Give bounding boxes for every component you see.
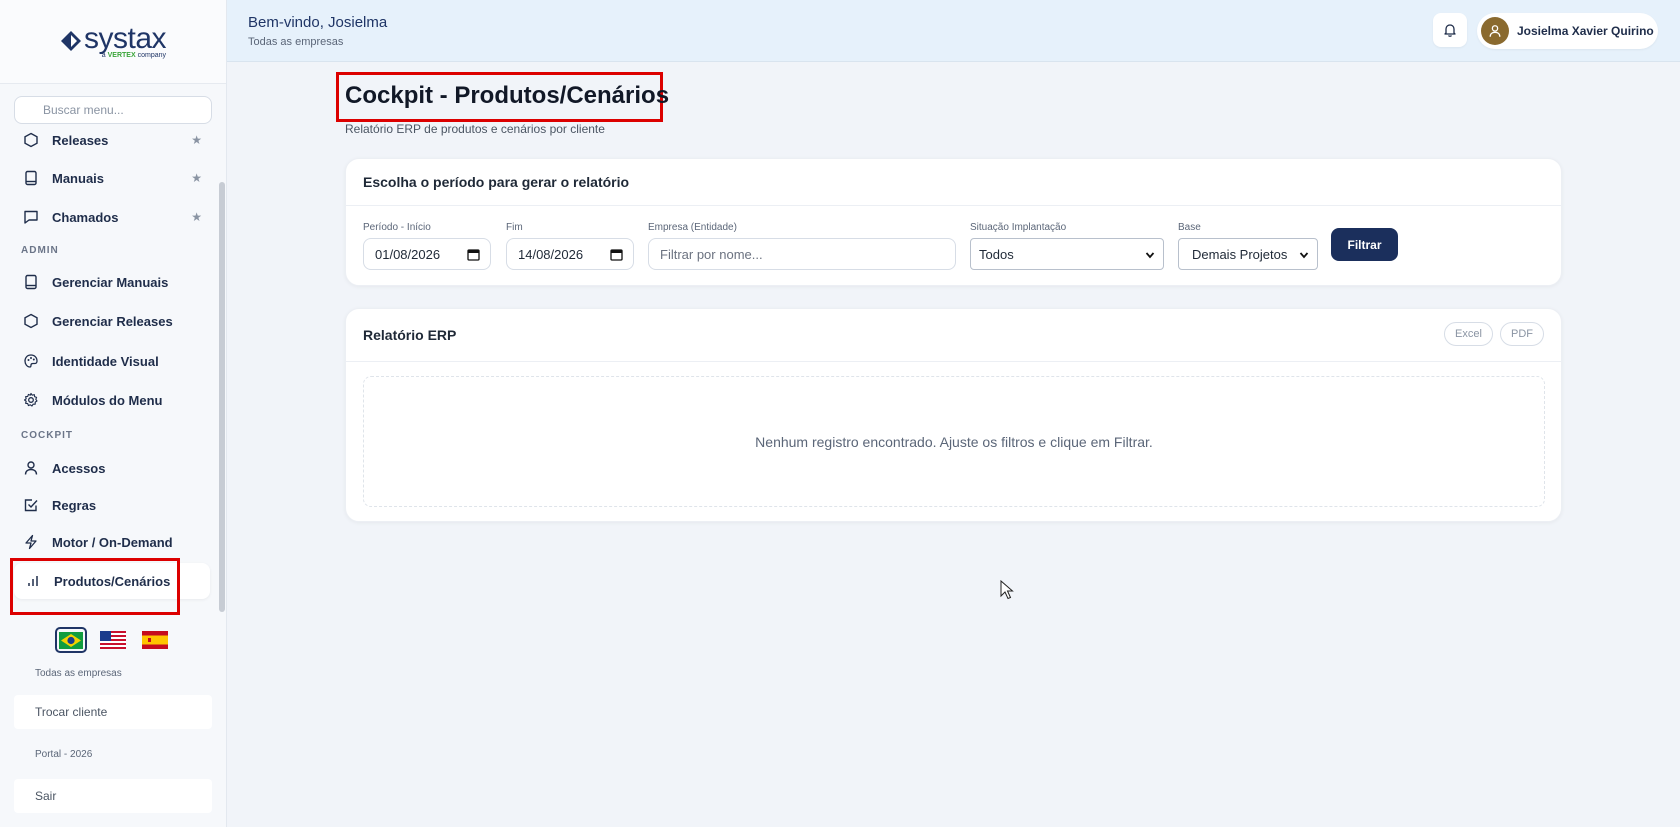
sidebar-item-chamados[interactable]: Chamados ★ xyxy=(14,201,210,233)
chevron-down-icon xyxy=(1145,252,1155,259)
sidebar-item-releases[interactable]: Releases ★ xyxy=(14,124,210,156)
company-filter-label: Empresa (Entidade) xyxy=(648,222,737,233)
end-date-value: 14/08/2026 xyxy=(518,246,584,262)
logout-button[interactable]: Sair xyxy=(14,779,212,813)
logo-tagline: a VERTEX company xyxy=(101,52,167,59)
sidebar-item-label: Chamados xyxy=(52,209,119,225)
systax-logo[interactable]: systax a VERTEX company xyxy=(60,22,167,59)
sidebar-item-label: Releases xyxy=(52,132,109,148)
page-subtitle: Relatório ERP de produtos e cenários por… xyxy=(345,122,605,136)
palette-icon xyxy=(22,352,40,370)
sidebar-menu: Releases ★ Manuais ★ Chamados ★ ADMIN Ge… xyxy=(0,124,218,624)
empty-state: Nenhum registro encontrado. Ajuste os fi… xyxy=(363,376,1545,507)
sidebar-item-label: Motor / On-Demand xyxy=(52,534,173,550)
user-menu-button[interactable]: Josielma Xavier Quirino xyxy=(1477,13,1658,49)
user-icon xyxy=(1489,25,1501,37)
book-icon xyxy=(22,273,40,291)
sidebar-item-gerenciar-manuais[interactable]: Gerenciar Manuais xyxy=(14,266,210,298)
status-select-value: Todos xyxy=(979,246,1014,262)
hexagon-icon xyxy=(22,312,40,330)
report-card-title: Relatório ERP xyxy=(346,309,1561,362)
sidebar-item-label: Acessos xyxy=(52,460,106,476)
calendar-icon[interactable] xyxy=(610,248,623,261)
start-date-value: 01/08/2026 xyxy=(375,246,441,262)
base-select[interactable]: Demais Projetos xyxy=(1178,238,1318,270)
company-filter-input[interactable]: Filtrar por nome... xyxy=(648,238,956,270)
start-date-label: Período - Início xyxy=(363,222,431,233)
sidebar-item-modulos-do-menu[interactable]: Módulos do Menu xyxy=(14,384,210,416)
export-excel-button[interactable]: Excel xyxy=(1444,322,1493,346)
company-filter-placeholder: Filtrar por nome... xyxy=(660,246,763,262)
company-scope-label: Todas as empresas xyxy=(35,668,122,679)
gear-icon xyxy=(22,391,40,409)
avatar xyxy=(1481,17,1509,45)
sidebar-item-label: Gerenciar Manuais xyxy=(52,274,169,290)
checkbox-icon xyxy=(22,496,40,514)
notifications-button[interactable] xyxy=(1433,13,1467,47)
sidebar-item-manuais[interactable]: Manuais ★ xyxy=(14,162,210,194)
mouse-cursor-icon xyxy=(1000,580,1014,600)
base-select-value: Demais Projetos xyxy=(1192,246,1288,262)
sidebar: systax a VERTEX company Releases ★ Manua… xyxy=(0,0,227,827)
menu-search xyxy=(14,96,212,124)
sidebar-item-label: Regras xyxy=(52,497,97,513)
user-icon xyxy=(22,459,40,477)
hexagon-icon xyxy=(22,131,40,149)
empty-state-message: Nenhum registro encontrado. Ajuste os fi… xyxy=(755,433,1153,450)
highlight-box-sidebar xyxy=(10,558,180,615)
sidebar-item-identidade-visual[interactable]: Identidade Visual xyxy=(14,345,210,377)
filter-button[interactable]: Filtrar xyxy=(1331,228,1398,261)
export-pdf-button[interactable]: PDF xyxy=(1500,322,1544,346)
star-icon[interactable]: ★ xyxy=(191,133,202,147)
start-date-input[interactable]: 01/08/2026 xyxy=(363,238,491,270)
switch-client-button[interactable]: Trocar cliente xyxy=(14,695,212,729)
menu-search-input[interactable] xyxy=(14,96,212,124)
filter-card-title: Escolha o período para gerar o relatório xyxy=(346,159,1561,206)
bell-icon xyxy=(1444,24,1456,37)
status-select[interactable]: Todos xyxy=(970,238,1164,270)
star-icon[interactable]: ★ xyxy=(191,210,202,224)
end-date-input[interactable]: 14/08/2026 xyxy=(506,238,634,270)
status-label: Situação Implantação xyxy=(970,222,1067,233)
header-company-scope: Todas as empresas xyxy=(248,36,344,48)
language-switcher xyxy=(55,627,171,653)
flag-spain-icon[interactable] xyxy=(139,627,171,653)
book-icon xyxy=(22,169,40,187)
end-date-label: Fim xyxy=(506,222,523,233)
sidebar-item-label: Identidade Visual xyxy=(52,353,159,369)
sidebar-item-label: Módulos do Menu xyxy=(52,392,163,408)
section-label-admin: ADMIN xyxy=(21,245,59,256)
systax-diamond-icon xyxy=(60,31,81,51)
star-icon[interactable]: ★ xyxy=(191,171,202,185)
calendar-icon[interactable] xyxy=(467,248,480,261)
sidebar-item-regras[interactable]: Regras xyxy=(14,489,210,521)
welcome-message: Bem-vindo, Josielma xyxy=(248,14,388,31)
chevron-down-icon xyxy=(1299,252,1309,259)
sidebar-item-label: Manuais xyxy=(52,170,105,186)
sidebar-item-motor-on-demand[interactable]: Motor / On-Demand xyxy=(14,526,210,558)
sidebar-scrollbar[interactable] xyxy=(219,182,225,612)
sidebar-item-gerenciar-releases[interactable]: Gerenciar Releases xyxy=(14,305,210,337)
page-title: Cockpit - Produtos/Cenários xyxy=(345,82,670,109)
chat-icon xyxy=(22,208,40,226)
logo-wordmark: systax xyxy=(83,22,167,55)
section-label-cockpit: COCKPIT xyxy=(21,430,73,441)
flag-brazil-icon[interactable] xyxy=(55,627,87,653)
flag-usa-icon[interactable] xyxy=(97,627,129,653)
sidebar-item-acessos[interactable]: Acessos xyxy=(14,452,210,484)
top-header: Bem-vindo, Josielma Todas as empresas Jo… xyxy=(227,0,1680,62)
lightning-icon xyxy=(22,533,40,551)
base-label: Base xyxy=(1178,222,1201,233)
sidebar-item-label: Gerenciar Releases xyxy=(52,313,173,329)
logo-area: systax a VERTEX company xyxy=(0,0,226,84)
portal-version-label: Portal - 2026 xyxy=(35,749,93,760)
user-name: Josielma Xavier Quirino xyxy=(1517,24,1654,38)
